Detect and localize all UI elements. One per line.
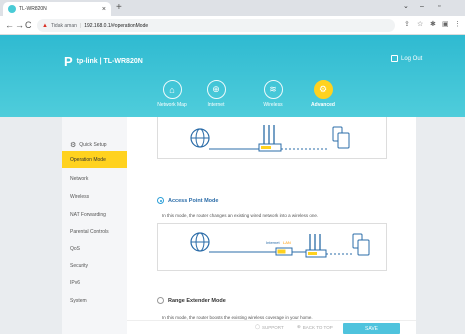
forward-icon[interactable]: →	[15, 19, 24, 31]
address-bar: ← → C ▲ Tidak aman | 192.168.0.1/#operat…	[0, 16, 465, 35]
mode-title: Range Extender Mode	[168, 297, 226, 304]
back-to-top-label: BACK TO TOP	[302, 324, 333, 330]
sidebar-item-wireless[interactable]: Wireless	[62, 188, 127, 205]
url-text: 192.168.0.1/#operationMode	[84, 22, 149, 29]
browser-tab[interactable]: TL-WR820N ×	[3, 2, 111, 16]
access-point-diagram-art: Internet LAN	[190, 232, 370, 258]
mode-title: Access Point Mode	[168, 197, 219, 204]
sidebar-item-ipv6[interactable]: IPv6	[62, 274, 127, 291]
maximize-icon[interactable]: ▫	[438, 2, 440, 12]
sidebar-item-security[interactable]: Security	[62, 257, 127, 274]
tplink-logo: P tp-link | TL-WR820N	[64, 54, 143, 69]
page-footer: ◯ SUPPORT ⊕ BACK TO TOP SAVE	[127, 320, 416, 334]
back-icon[interactable]: ←	[5, 19, 14, 31]
reload-icon[interactable]: C	[25, 19, 32, 31]
wifi-icon: ≋	[263, 80, 283, 99]
sidebar-item-label: Security	[70, 262, 89, 269]
router-mode-diagram	[157, 117, 387, 159]
sidebar-item-system[interactable]: System	[62, 292, 127, 309]
url-input[interactable]: ▲ Tidak aman | 192.168.0.1/#operationMod…	[37, 19, 395, 32]
globe-icon: ⊕	[206, 80, 226, 99]
tab-label: Advanced	[311, 102, 335, 108]
devices-icon	[332, 126, 350, 149]
menu-icon[interactable]: ⋮	[454, 20, 461, 30]
access-point-diagram: Internet LAN	[157, 223, 387, 271]
profile-icon[interactable]: ▣	[442, 20, 449, 30]
separator: |	[79, 22, 82, 29]
not-secure-label: Tidak aman	[50, 22, 77, 29]
range-extender-mode-option[interactable]: Range Extender Mode	[157, 297, 226, 304]
tab-advanced[interactable]: ⚙ Advanced	[293, 80, 353, 108]
sidebar-item-label: System	[70, 297, 87, 304]
tab-search-icon[interactable]: ⌄	[403, 2, 409, 12]
tab-label: Wireless	[263, 102, 283, 108]
sidebar: ⚙ Quick Setup Operation Mode Network Wir…	[62, 117, 127, 334]
mode-description: In this mode, the router changes an exis…	[162, 213, 319, 218]
sidebar-item-label: Network	[70, 175, 89, 182]
sidebar-item-operation-mode[interactable]: Operation Mode	[62, 151, 127, 168]
router-header: P tp-link | TL-WR820N Log Out ⌂ Network …	[0, 35, 465, 117]
star-icon[interactable]: ☆	[417, 20, 423, 30]
back-to-top-link[interactable]: ⊕ BACK TO TOP	[297, 324, 333, 330]
devices-icon	[352, 233, 370, 256]
sidebar-item-qos[interactable]: QoS	[62, 240, 127, 257]
router-icon	[258, 125, 282, 152]
logout-label: Log Out	[401, 55, 423, 62]
share-icon[interactable]: ⇪	[404, 20, 410, 30]
save-button[interactable]: SAVE	[343, 323, 400, 334]
logout-icon	[391, 55, 398, 62]
content-card: ⚙ Quick Setup Operation Mode Network Wir…	[62, 117, 416, 334]
router-mode-diagram-art	[190, 125, 350, 152]
main-content: Access Point Mode In this mode, the rout…	[127, 117, 416, 334]
lan-label: LAN	[283, 240, 291, 245]
tab-title: TL-WR820N	[19, 6, 47, 12]
sidebar-item-network[interactable]: Network	[62, 170, 127, 187]
access-point-mode-option[interactable]: Access Point Mode	[157, 197, 218, 204]
minimize-icon[interactable]: –	[420, 2, 424, 12]
radio-button-unselected[interactable]	[157, 297, 164, 304]
tab-internet[interactable]: ⊕ Internet	[186, 80, 246, 108]
tab-close-icon[interactable]: ×	[102, 6, 106, 13]
modem-icon	[275, 247, 293, 256]
logo-text: tp-link | TL-WR820N	[76, 58, 143, 65]
router-icon	[305, 234, 327, 258]
radio-button-selected[interactable]	[157, 197, 164, 204]
sidebar-item-label: IPv6	[70, 279, 81, 286]
support-link[interactable]: ◯ SUPPORT	[255, 324, 284, 330]
globe-icon	[190, 128, 210, 148]
support-icon: ◯	[255, 324, 261, 329]
extensions-icon[interactable]: ✱	[430, 20, 436, 30]
globe-icon	[190, 232, 210, 252]
arrow-up-icon: ⊕	[297, 324, 301, 329]
sidebar-item-label: Operation Mode	[70, 156, 106, 163]
sidebar-item-label: Quick Setup	[79, 141, 107, 148]
warning-icon: ▲	[42, 22, 48, 29]
browser-tab-bar: TL-WR820N × + ⌄ – ▫	[0, 0, 465, 16]
sidebar-item-label: Wireless	[70, 193, 90, 200]
internet-label: Internet	[266, 240, 280, 245]
sidebar-item-label: Parental Controls	[70, 228, 109, 235]
tab-label: Network Map	[157, 102, 187, 108]
new-tab-button[interactable]: +	[116, 2, 122, 14]
support-label: SUPPORT	[262, 324, 284, 330]
favicon-icon	[8, 5, 16, 13]
tab-label: Internet	[207, 102, 225, 108]
gear-icon: ⚙	[70, 141, 77, 149]
logo-mark-icon: P	[64, 54, 73, 69]
sidebar-item-label: NAT Forwarding	[70, 211, 106, 218]
sidebar-item-parental-controls[interactable]: Parental Controls	[62, 223, 127, 240]
sidebar-item-label: QoS	[70, 245, 81, 252]
sidebar-item-nat-forwarding[interactable]: NAT Forwarding	[62, 206, 127, 223]
gear-icon: ⚙	[313, 80, 333, 99]
network-icon: ⌂	[162, 80, 182, 99]
logout-button[interactable]: Log Out	[391, 55, 422, 62]
